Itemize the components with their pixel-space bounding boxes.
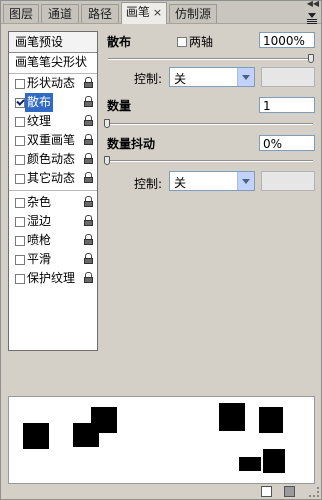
brush-panel: 图层 通道 路径 画笔 × 仿制源 ◀◀ 画笔预设 画笔笔尖形状 形状动态 散布 …	[0, 0, 322, 500]
lock-icon[interactable]	[84, 234, 93, 246]
checkbox[interactable]	[15, 117, 25, 127]
lock-icon[interactable]	[84, 215, 93, 227]
brush-tip-shape-item[interactable]: 画笔笔尖形状	[9, 53, 97, 74]
brush-presets-button[interactable]: 画笔预设	[9, 32, 97, 53]
count-jitter-label: 数量抖动	[107, 137, 156, 151]
list-item-protect-texture[interactable]: 保护纹理	[9, 269, 97, 288]
brush-dab	[263, 449, 285, 473]
list-item-shape-dynamics[interactable]: 形状动态	[9, 74, 97, 93]
count-jitter-slider-track[interactable]	[108, 160, 313, 162]
brush-options-list: 画笔预设 画笔笔尖形状 形状动态 散布 纹理 双重画笔 颜色动态 其它动态 杂色…	[8, 31, 98, 351]
checkbox[interactable]	[15, 217, 25, 227]
new-brush-icon[interactable]	[261, 486, 272, 497]
lock-icon[interactable]	[84, 134, 93, 146]
list-item-noise[interactable]: 杂色	[9, 193, 97, 212]
count-jitter-control-select[interactable]: 关	[169, 171, 255, 191]
close-tab-icon[interactable]: ×	[153, 6, 162, 19]
collapse-icon[interactable]: ◀◀	[307, 0, 319, 8]
resize-grip-icon[interactable]	[309, 487, 319, 497]
checkbox[interactable]	[15, 136, 25, 146]
count-label: 数量	[107, 99, 132, 113]
checkbox[interactable]	[15, 274, 25, 284]
divider	[9, 190, 97, 191]
count-value-field[interactable]: 1	[259, 97, 315, 113]
lock-icon[interactable]	[84, 196, 93, 208]
list-item-scattering[interactable]: 散布	[9, 93, 97, 112]
list-item-wet-edges[interactable]: 湿边	[9, 212, 97, 231]
checkbox[interactable]	[15, 98, 25, 108]
lock-icon[interactable]	[84, 96, 93, 108]
list-item-dual-brush[interactable]: 双重画笔	[9, 131, 97, 150]
tab-layers[interactable]: 图层	[3, 4, 39, 23]
count-jitter-control-extra-field	[261, 171, 315, 191]
checkbox[interactable]	[15, 198, 25, 208]
scatter-slider-track[interactable]	[108, 58, 313, 60]
scatter-label: 散布	[107, 35, 132, 49]
tab-clone-source[interactable]: 仿制源	[169, 4, 217, 23]
tab-bar: 图层 通道 路径 画笔 × 仿制源 ◀◀	[1, 0, 321, 25]
lock-icon[interactable]	[84, 153, 93, 165]
count-jitter-control-label: 控制:	[134, 177, 163, 191]
brush-dab	[239, 457, 261, 471]
checkbox[interactable]	[15, 79, 25, 89]
lock-icon[interactable]	[84, 253, 93, 265]
scatter-control-label: 控制:	[134, 72, 163, 86]
checkbox[interactable]	[15, 155, 25, 165]
both-axes-checkbox[interactable]	[177, 37, 187, 47]
count-slider-track[interactable]	[108, 123, 313, 125]
brush-stroke-preview	[8, 396, 315, 484]
checkbox[interactable]	[15, 255, 25, 265]
brush-dab	[91, 407, 117, 433]
brush-dab	[219, 403, 245, 431]
tab-paths[interactable]: 路径	[81, 4, 119, 23]
checkbox[interactable]	[15, 236, 25, 246]
tab-brush[interactable]: 画笔 ×	[121, 2, 167, 24]
brush-dab	[259, 407, 283, 433]
list-item-smoothing[interactable]: 平滑	[9, 250, 97, 269]
count-jitter-slider-thumb[interactable]	[104, 156, 110, 165]
brush-dab	[23, 423, 49, 449]
scatter-control-select[interactable]: 关	[169, 67, 255, 87]
lock-icon[interactable]	[84, 272, 93, 284]
checkbox[interactable]	[15, 174, 25, 184]
panel-menu-icon[interactable]	[305, 9, 319, 25]
lock-icon[interactable]	[84, 172, 93, 184]
chevron-down-icon[interactable]	[237, 172, 254, 190]
chevron-down-icon[interactable]	[237, 68, 254, 86]
list-item-color-dynamics[interactable]: 颜色动态	[9, 150, 97, 169]
bottom-toolbar	[1, 485, 321, 499]
list-item-other-dynamics[interactable]: 其它动态	[9, 169, 97, 188]
scatter-control-extra-field	[261, 67, 315, 87]
lock-icon[interactable]	[84, 115, 93, 127]
tab-channels[interactable]: 通道	[41, 4, 79, 23]
both-axes-label: 两轴	[189, 35, 214, 49]
scatter-slider-thumb[interactable]	[308, 54, 314, 63]
trash-icon[interactable]	[284, 486, 295, 497]
list-item-airbrush[interactable]: 喷枪	[9, 231, 97, 250]
count-slider-thumb[interactable]	[104, 119, 110, 128]
scatter-value-field[interactable]: 1000%	[259, 32, 315, 48]
list-item-texture[interactable]: 纹理	[9, 112, 97, 131]
count-jitter-value-field[interactable]: 0%	[259, 135, 315, 151]
lock-icon[interactable]	[84, 77, 93, 89]
